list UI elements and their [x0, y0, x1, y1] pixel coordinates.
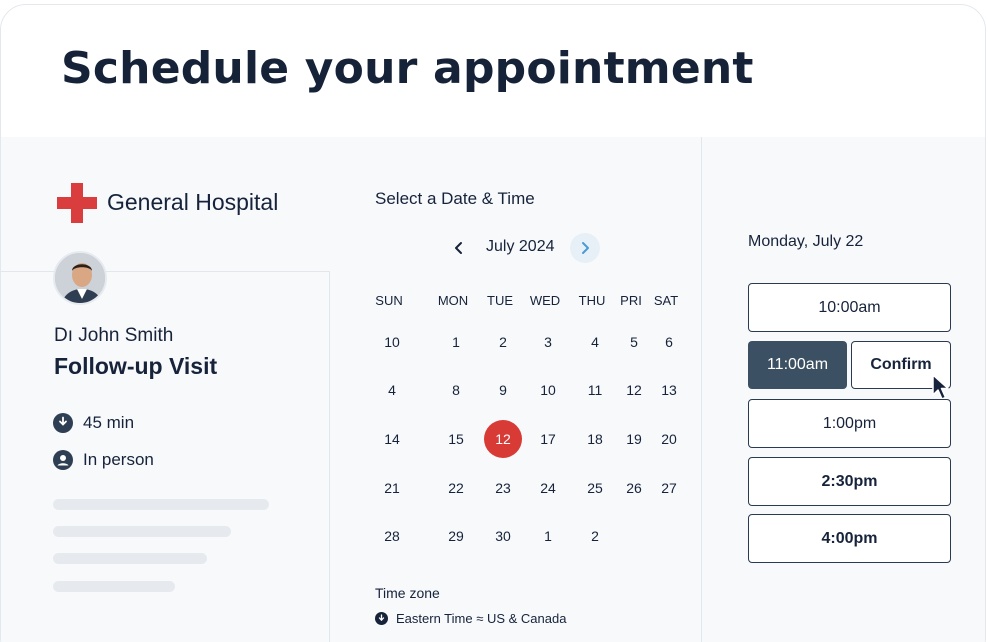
weekday-label: MON — [437, 293, 469, 308]
scheduling-card: Schedule your appointment General Hospit… — [0, 4, 986, 642]
visit-type: Follow-up Visit — [54, 353, 218, 379]
calendar-day[interactable]: 27 — [650, 469, 688, 507]
calendar-day[interactable]: 11 — [576, 371, 614, 409]
timezone-selector[interactable]: Eastern Time ≈ US & Canada — [375, 611, 566, 626]
calendar-day[interactable]: 18 — [576, 420, 614, 458]
page-title: Schedule your appointment — [61, 43, 754, 94]
calendar-day[interactable]: 28 — [373, 517, 411, 555]
weekday-label: WED — [529, 293, 561, 308]
calendar-section-title: Select a Date & Time — [375, 189, 535, 208]
weekday-label: THU — [578, 293, 606, 308]
clock-icon — [53, 413, 73, 433]
duration-label: 45 min — [83, 413, 135, 432]
placeholder-line — [53, 581, 175, 592]
weekday-label: TUE — [487, 293, 513, 308]
calendar-day[interactable]: 17 — [529, 420, 567, 458]
location-label: In person — [83, 450, 154, 469]
time-slot[interactable]: 1:00pm — [748, 399, 951, 448]
time-slot[interactable]: 4:00pm — [748, 514, 951, 563]
calendar-day[interactable]: 20 — [650, 420, 688, 458]
calendar-day[interactable]: 4 — [576, 323, 614, 361]
doctor-name: Dı John Smith — [54, 325, 174, 346]
chevron-right-icon — [582, 242, 589, 254]
next-month-button[interactable] — [570, 233, 600, 263]
timezone-title: Time zone — [375, 585, 440, 601]
calendar-day-selected[interactable]: 12 — [484, 420, 522, 458]
calendar-day[interactable]: 10 — [373, 323, 411, 361]
calendar-day[interactable]: 12 — [615, 371, 653, 409]
placeholder-line — [53, 553, 207, 564]
calendar-day[interactable]: 10 — [529, 371, 567, 409]
person-icon — [53, 450, 73, 470]
placeholder-line — [53, 499, 269, 510]
time-slot-panel: Monday, July 22 10:00am 11:00am Confirm … — [703, 137, 985, 642]
scheduler-body: General Hospital Dı John Smith Follow-up… — [1, 137, 985, 642]
timezone-value: Eastern Time ≈ US & Canada — [396, 611, 567, 626]
calendar-day[interactable]: 1 — [437, 323, 475, 361]
weekday-label: SAT — [653, 293, 679, 308]
calendar-day[interactable]: 30 — [484, 517, 522, 555]
chevron-left-icon — [455, 242, 462, 254]
calendar-day[interactable]: 2 — [576, 517, 614, 555]
weekday-label: PRI — [620, 293, 642, 308]
calendar-day[interactable]: 9 — [484, 371, 522, 409]
calendar-day[interactable]: 5 — [615, 323, 653, 361]
calendar-day[interactable]: 23 — [484, 469, 522, 507]
calendar-day[interactable]: 21 — [373, 469, 411, 507]
calendar-day[interactable]: 3 — [529, 323, 567, 361]
red-cross-icon — [57, 183, 97, 223]
calendar-day[interactable]: 22 — [437, 469, 475, 507]
calendar-day[interactable]: 15 — [437, 420, 475, 458]
calendar-day[interactable]: 24 — [529, 469, 567, 507]
provider-panel: General Hospital Dı John Smith Follow-up… — [1, 137, 330, 642]
location-row: In person — [53, 450, 154, 470]
time-slot-selected[interactable]: 11:00am — [748, 341, 847, 389]
calendar-day[interactable]: 13 — [650, 371, 688, 409]
calendar-day[interactable]: 1 — [529, 517, 567, 555]
calendar-day[interactable]: 14 — [373, 420, 411, 458]
calendar-day[interactable]: 19 — [615, 420, 653, 458]
calendar-day[interactable]: 4 — [373, 371, 411, 409]
calendar-day[interactable]: 29 — [437, 517, 475, 555]
month-navigation: July 2024 — [441, 233, 611, 263]
calendar-day[interactable]: 8 — [437, 371, 475, 409]
mouse-pointer-icon — [931, 373, 951, 401]
hospital-name: General Hospital — [107, 189, 279, 215]
page-header: Schedule your appointment — [1, 5, 985, 137]
time-slot[interactable]: 2:30pm — [748, 457, 951, 506]
month-label: July 2024 — [486, 238, 555, 255]
globe-icon — [375, 612, 388, 625]
calendar-day[interactable]: 26 — [615, 469, 653, 507]
calendar-panel: Select a Date & Time July 2024 SUN MON TUE… — [331, 137, 702, 642]
calendar-day[interactable]: 6 — [650, 323, 688, 361]
duration-row: 45 min — [53, 413, 134, 433]
hospital-header: General Hospital — [1, 137, 330, 272]
placeholder-line — [53, 526, 231, 537]
calendar-day[interactable]: 25 — [576, 469, 614, 507]
previous-month-button[interactable] — [447, 236, 471, 260]
time-slot[interactable]: 10:00am — [748, 283, 951, 332]
calendar-day[interactable]: 2 — [484, 323, 522, 361]
selected-date-label: Monday, July 22 — [748, 233, 864, 250]
avatar — [53, 251, 107, 305]
weekday-label: SUN — [375, 293, 403, 308]
